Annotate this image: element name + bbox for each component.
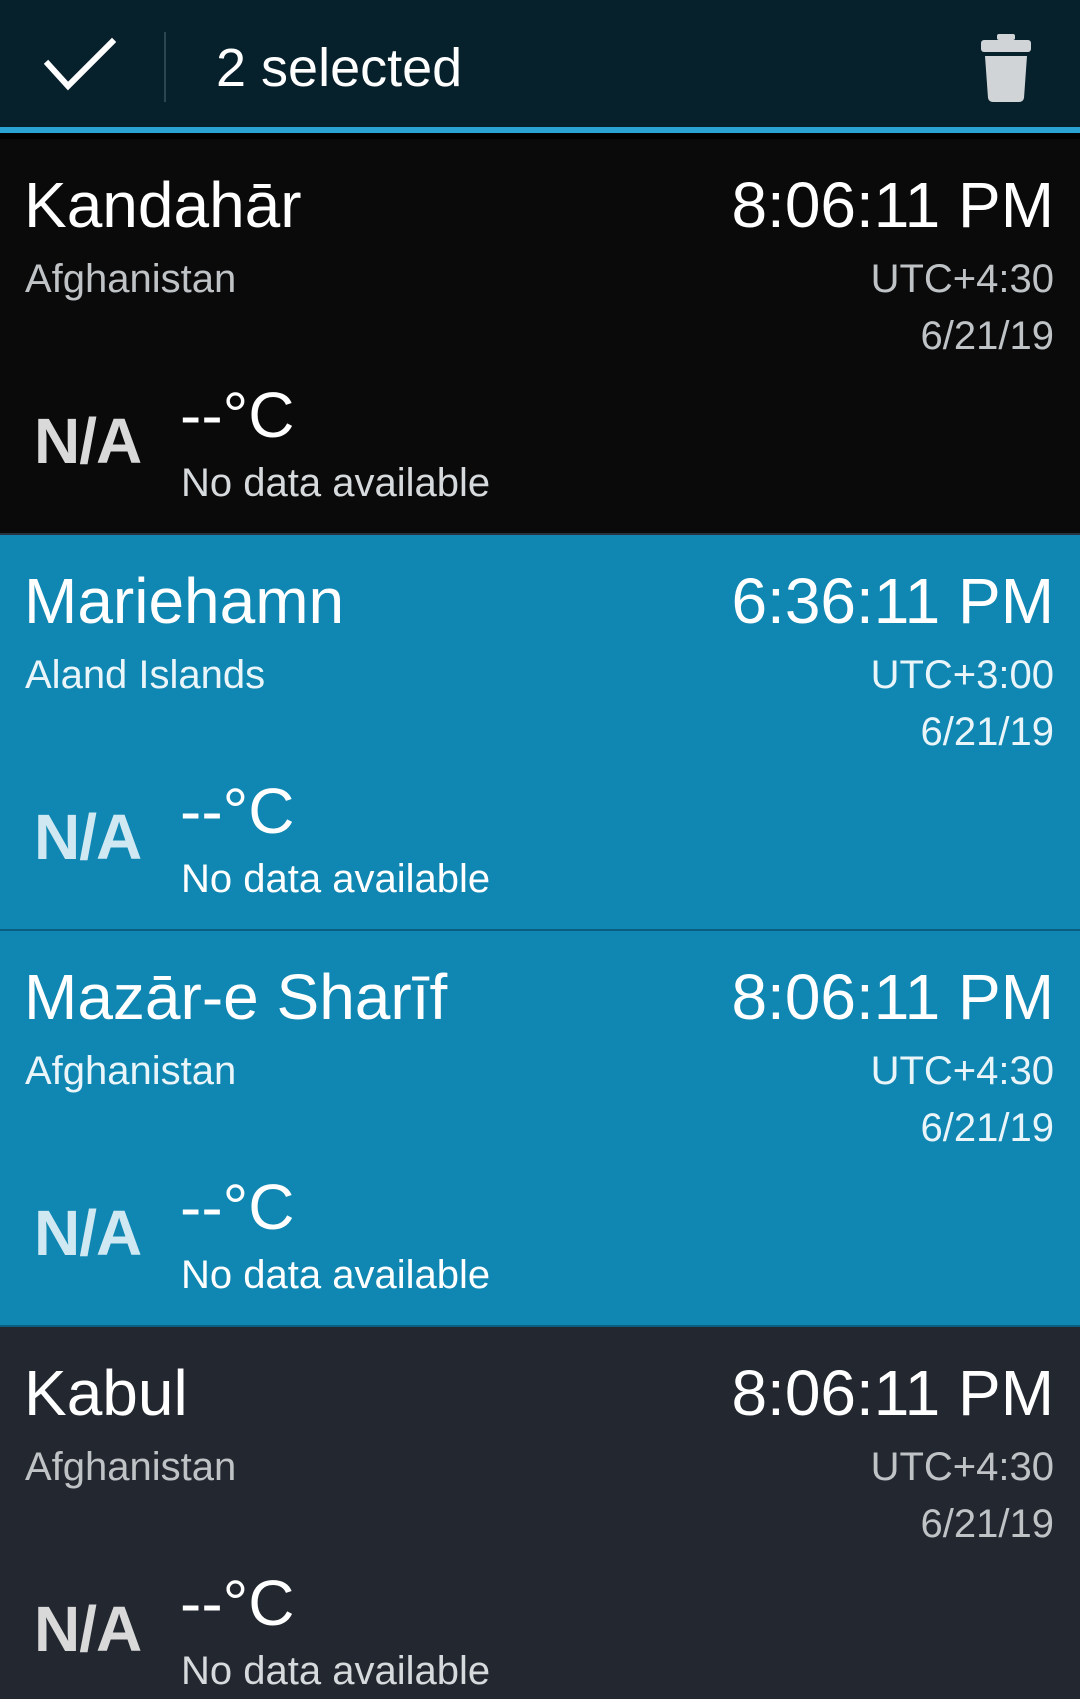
country-name: Afghanistan — [25, 257, 237, 301]
local-time: 8:06:11 PM — [731, 961, 1054, 1033]
utc-offset: UTC+4:30 — [870, 257, 1054, 301]
city-row-mariehamn[interactable]: Mariehamn Aland Islands 6:36:11 PM UTC+3… — [0, 535, 1080, 931]
local-date: 6/21/19 — [920, 314, 1054, 358]
action-bar-accent-line — [0, 127, 1080, 133]
local-date: 6/21/19 — [920, 1106, 1054, 1150]
weather-condition: No data available — [181, 857, 491, 901]
selection-count: 2 selected — [216, 38, 463, 98]
action-bar-divider — [164, 32, 166, 102]
world-clock-screen: 2 selected Kandahār Afghanistan 8:06:11 … — [0, 0, 1080, 1699]
local-time: 8:06:11 PM — [731, 169, 1054, 241]
country-name: Aland Islands — [25, 653, 266, 697]
utc-offset: UTC+4:30 — [870, 1445, 1054, 1489]
utc-offset: UTC+4:30 — [870, 1049, 1054, 1093]
checkmark-icon — [44, 37, 116, 90]
city-row-mazar-e-sharif[interactable]: Mazār-e Sharīf Afghanistan 8:06:11 PM UT… — [0, 931, 1080, 1327]
delete-button[interactable] — [956, 18, 1056, 118]
temperature: --°C — [180, 379, 295, 451]
city-row-kandahar[interactable]: Kandahār Afghanistan 8:06:11 PM UTC+4:30… — [0, 139, 1080, 535]
temperature: --°C — [180, 1171, 295, 1243]
weather-condition: No data available — [181, 1649, 491, 1693]
city-name: Mazār-e Sharīf — [24, 961, 448, 1033]
done-button[interactable] — [0, 0, 160, 127]
city-name: Kabul — [24, 1357, 188, 1429]
trash-icon — [981, 34, 1031, 102]
country-name: Afghanistan — [25, 1445, 237, 1489]
weather-na-icon: N/A — [34, 1197, 142, 1269]
city-list: Kandahār Afghanistan 8:06:11 PM UTC+4:30… — [0, 139, 1080, 1699]
country-name: Afghanistan — [25, 1049, 237, 1093]
weather-na-icon: N/A — [34, 801, 142, 873]
temperature: --°C — [180, 775, 295, 847]
city-name: Mariehamn — [24, 565, 345, 637]
local-date: 6/21/19 — [920, 710, 1054, 754]
weather-condition: No data available — [181, 461, 491, 505]
city-row-kabul[interactable]: Kabul Afghanistan 8:06:11 PM UTC+4:30 6/… — [0, 1327, 1080, 1699]
weather-na-icon: N/A — [34, 1593, 142, 1665]
city-name: Kandahār — [24, 169, 302, 241]
contextual-action-bar: 2 selected — [0, 0, 1080, 133]
temperature: --°C — [180, 1567, 295, 1639]
weather-condition: No data available — [181, 1253, 491, 1297]
local-time: 8:06:11 PM — [731, 1357, 1054, 1429]
utc-offset: UTC+3:00 — [870, 653, 1054, 697]
local-time: 6:36:11 PM — [731, 565, 1054, 637]
weather-na-icon: N/A — [34, 405, 142, 477]
local-date: 6/21/19 — [920, 1502, 1054, 1546]
